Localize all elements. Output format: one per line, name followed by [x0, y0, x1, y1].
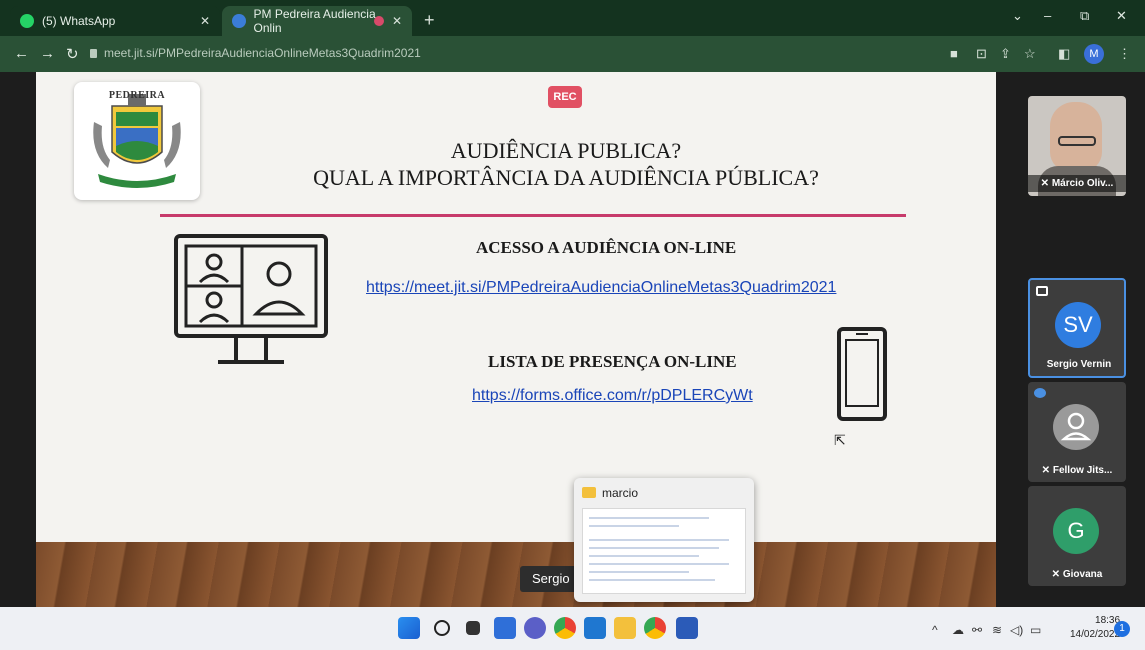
- close-tab-icon[interactable]: ✕: [200, 14, 210, 28]
- slide-title-line2: QUAL A IMPORTÂNCIA DA AUDIÊNCIA PÚBLICA?: [313, 165, 819, 190]
- participant-name-text: Giovana: [1062, 569, 1103, 580]
- menu-kebab-icon[interactable]: ⋮: [1118, 46, 1131, 62]
- forward-icon[interactable]: →: [40, 45, 55, 62]
- new-tab-button[interactable]: +: [424, 10, 435, 31]
- reload-icon[interactable]: ↻: [66, 45, 79, 63]
- participant-tile-marcio[interactable]: ✕ Márcio Oliv...: [1028, 96, 1126, 196]
- windows-taskbar: ^ ☁ ⚯ ≋ ◁) ▭ 18:36 14/02/2022 1: [0, 607, 1145, 650]
- share-icon[interactable]: ⇪: [1000, 46, 1011, 62]
- install-icon[interactable]: ⊡: [976, 46, 987, 62]
- clock-date: 14/02/2022: [1070, 629, 1121, 640]
- widgets-icon[interactable]: [494, 617, 516, 639]
- participant-avatar: SV: [1055, 302, 1101, 348]
- notification-badge[interactable]: 1: [1114, 621, 1130, 637]
- start-icon[interactable]: [398, 617, 420, 639]
- recording-indicator-icon: [374, 16, 384, 26]
- jitsi-icon: [232, 14, 246, 28]
- mail-icon[interactable]: [584, 617, 606, 639]
- lock-icon: [90, 49, 97, 58]
- participant-tile-sergio[interactable]: SV Sergio Vernin: [1028, 278, 1126, 378]
- participant-tile-giovana[interactable]: G ✕ Giovana: [1028, 486, 1126, 586]
- meeting-stage: PEDREIRA REC AUDIÊNCIA PUBLICA? QUAL A I…: [0, 72, 1145, 607]
- whatsapp-icon: [20, 14, 34, 28]
- logo-name: PEDREIRA: [108, 90, 166, 101]
- participant-name: Sergio Vernin: [1046, 359, 1112, 370]
- battery-icon[interactable]: ▭: [1030, 623, 1041, 637]
- shared-slide: PEDREIRA REC AUDIÊNCIA PUBLICA? QUAL A I…: [36, 72, 996, 542]
- system-clock[interactable]: 18:36 14/02/2022: [1070, 614, 1120, 642]
- recording-badge: REC: [548, 86, 582, 108]
- participant-name-text: Márcio Oliv...: [1051, 178, 1114, 189]
- preview-thumbnail: [582, 508, 746, 594]
- muted-mic-icon: ✕: [1041, 465, 1053, 476]
- side-panel-icon[interactable]: ◧: [1058, 46, 1070, 62]
- close-window-button[interactable]: ✕: [1116, 8, 1127, 24]
- maximize-button[interactable]: ⧉: [1080, 8, 1089, 24]
- onedrive-icon[interactable]: ☁: [952, 623, 964, 637]
- clock-time: 18:36: [1095, 615, 1121, 626]
- chrome-profile-icon[interactable]: [644, 617, 666, 639]
- tab-jitsi-meeting[interactable]: PM Pedreira Audiencia Onlin ✕: [222, 6, 412, 36]
- chrome-icon[interactable]: [554, 617, 576, 639]
- city-logo: PEDREIRA: [74, 82, 200, 200]
- network-status-icon[interactable]: ⚯: [972, 623, 982, 637]
- screen-share-icon: [1036, 286, 1048, 296]
- window-preview-popup[interactable]: marcio: [574, 478, 754, 602]
- camera-icon[interactable]: ■: [950, 46, 958, 61]
- guest-avatar-icon: [1053, 404, 1099, 450]
- word-icon[interactable]: [676, 617, 698, 639]
- close-tab-icon[interactable]: ✕: [392, 14, 402, 28]
- meeting-link[interactable]: https://meet.jit.si/PMPedreiraAudienciaO…: [366, 279, 836, 297]
- camera-badge-icon: [1034, 388, 1046, 398]
- back-icon[interactable]: ←: [14, 45, 29, 62]
- folder-icon: [582, 487, 596, 498]
- search-icon[interactable]: [434, 620, 450, 636]
- video-call-monitor-icon: [174, 234, 328, 364]
- mouse-cursor-icon: ⇱: [834, 432, 846, 448]
- smartphone-icon: [837, 327, 887, 421]
- muted-mic-icon: ✕: [1051, 569, 1063, 580]
- participant-tile-fellow[interactable]: ✕ Fellow Jits...: [1028, 382, 1126, 482]
- participant-name: ✕ Giovana: [1028, 569, 1126, 580]
- wifi-icon[interactable]: ≋: [992, 623, 1002, 637]
- presenter-label: Sergio: [520, 566, 582, 592]
- muted-mic-icon: ✕: [1040, 178, 1052, 189]
- bookmark-star-icon[interactable]: ☆: [1024, 46, 1036, 62]
- attendance-form-link[interactable]: https://forms.office.com/r/pDPLERCyWt: [472, 387, 753, 405]
- url-field[interactable]: meet.jit.si/PMPedreiraAudienciaOnlineMet…: [104, 46, 421, 60]
- preview-title: marcio: [602, 486, 639, 500]
- profile-avatar[interactable]: M: [1084, 44, 1104, 64]
- participant-name: ✕ Márcio Oliv...: [1028, 175, 1126, 192]
- title-divider: [160, 214, 906, 217]
- tray-overflow-icon[interactable]: ^: [932, 623, 938, 637]
- minimize-button[interactable]: –: [1044, 8, 1051, 23]
- browser-tab-bar: (5) WhatsApp ✕ PM Pedreira Audiencia Onl…: [0, 0, 1145, 36]
- volume-icon[interactable]: ◁): [1010, 623, 1023, 637]
- slide-title-line1: AUDIÊNCIA PUBLICA?: [450, 138, 682, 163]
- task-view-icon[interactable]: [466, 621, 480, 635]
- participant-name-text: Fellow Jits...: [1052, 465, 1113, 476]
- tab-label: (5) WhatsApp: [42, 14, 116, 28]
- file-explorer-icon[interactable]: [614, 617, 636, 639]
- attendance-heading: LISTA DE PRESENÇA ON-LINE: [488, 352, 737, 371]
- address-bar: ← → ↻ meet.jit.si/PMPedreiraAudienciaOnl…: [0, 36, 1145, 72]
- participant-avatar: G: [1053, 508, 1099, 554]
- tab-whatsapp[interactable]: (5) WhatsApp ✕: [10, 6, 220, 36]
- wooden-floor-background: [36, 542, 996, 607]
- chat-icon[interactable]: [524, 617, 546, 639]
- tab-search-icon[interactable]: ⌄: [1012, 8, 1023, 24]
- access-heading: ACESSO A AUDIÊNCIA ON-LINE: [476, 238, 737, 257]
- participant-name: ✕ Fellow Jits...: [1028, 465, 1126, 476]
- glasses: [1058, 136, 1096, 146]
